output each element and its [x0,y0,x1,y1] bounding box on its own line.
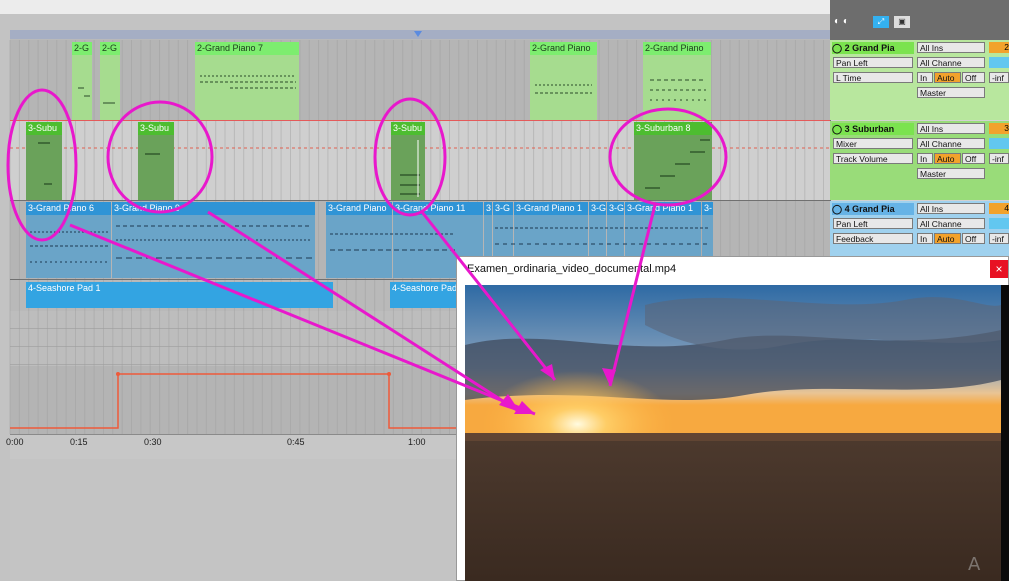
annotation-circle [608,107,728,207]
arrowhead-icon [499,394,520,412]
annotation-arrow [608,204,657,387]
arrowhead-icon [602,368,616,386]
annotation-arrow [69,223,536,416]
annotation-arrow [207,210,521,414]
annotation-circle [6,88,78,242]
annotation-arrow [420,211,557,381]
annotation-circle [373,97,447,217]
annotation-overlay [6,88,728,416]
arrowhead-icon [540,364,555,380]
annotation-circle [106,100,214,214]
